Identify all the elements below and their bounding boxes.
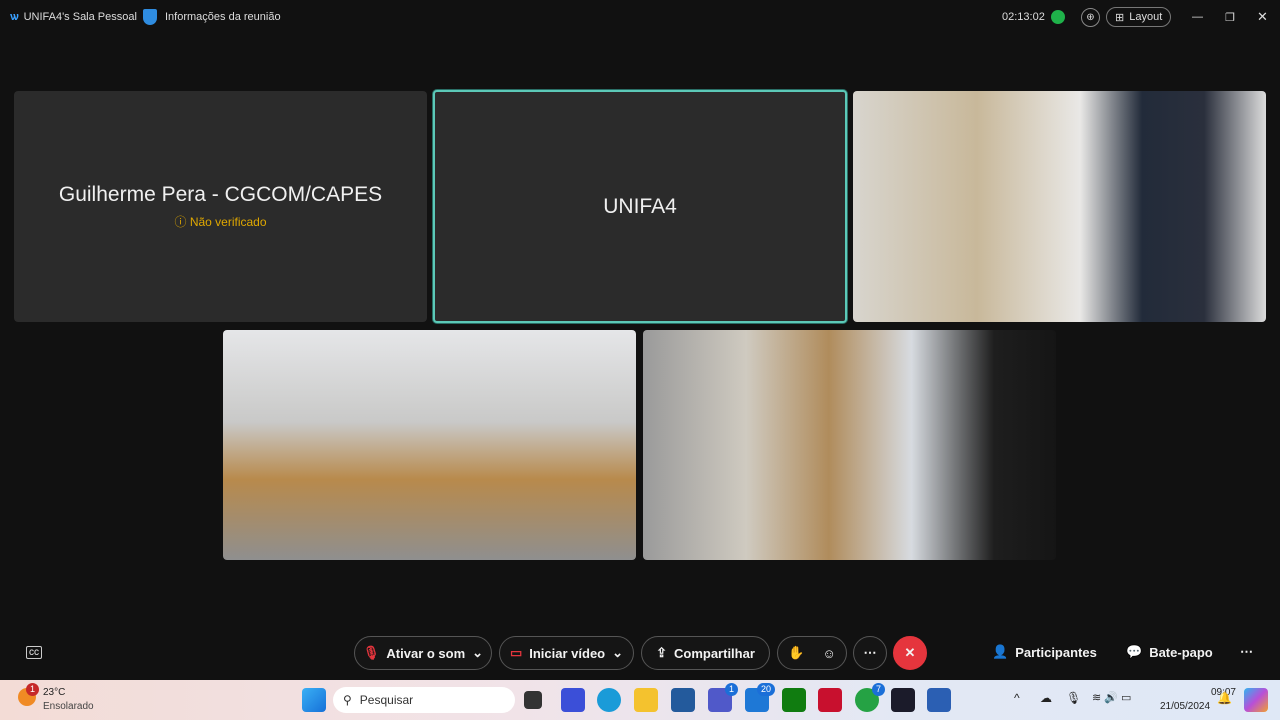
app-title: ѡ UNIFA4's Sala Pessoal [10, 11, 137, 23]
weather-temp: 23°C [43, 687, 66, 698]
more-icon[interactable]: ⋯ [1240, 644, 1253, 660]
search-icon: ⚲ [343, 693, 352, 707]
layout-button[interactable]: ⊞ Layout [1106, 7, 1172, 27]
unmute-button[interactable]: 🎙 Ativar o som ⌄ [354, 636, 492, 670]
raise-hand-icon[interactable]: ✋ [788, 645, 804, 661]
chevron-down-icon: ⌄ [612, 645, 624, 660]
meeting-info-button[interactable]: Informações da reunião [143, 9, 281, 25]
app-icon[interactable]: 20 [745, 683, 775, 712]
shield-icon [143, 9, 157, 25]
start-video-button[interactable]: ▭ Iniciar vídeo ⌄ [499, 636, 634, 670]
captions-icon[interactable]: cc [26, 646, 42, 659]
edge-icon[interactable] [597, 688, 621, 712]
unverified-status: ⓘ Não verificado [174, 215, 267, 229]
store-icon[interactable] [671, 688, 695, 712]
leave-button[interactable]: ✕ [893, 636, 927, 670]
mic-muted-icon[interactable]: 🎙 [1066, 691, 1081, 705]
webex-logo-icon: ѡ [10, 11, 19, 23]
more-options-button[interactable]: ⋯ [853, 636, 887, 670]
whatsapp-icon[interactable]: 7 [855, 683, 885, 712]
weather-icon[interactable]: 1 [18, 683, 40, 706]
start-icon[interactable] [302, 688, 326, 712]
word-icon[interactable] [927, 688, 951, 712]
close-icon: ✕ [904, 645, 916, 660]
video-tile[interactable] [853, 91, 1266, 322]
wifi-volume-battery-icons[interactable]: ≋ 🔊 ▭ [1092, 691, 1131, 704]
search-box[interactable]: ⚲ Pesquisar [333, 687, 515, 713]
close-button[interactable]: ✕ [1257, 9, 1268, 25]
active-speaker-tile[interactable]: UNIFA4 [433, 90, 847, 323]
video-tile[interactable] [223, 330, 636, 560]
reactions-group: ✋ ☺ [777, 636, 847, 670]
participant-tile[interactable]: Guilherme Pera - CGCOM/CAPES ⓘ Não verif… [14, 91, 427, 322]
teams-icon[interactable]: 1 [708, 683, 738, 712]
title-bar: ѡ UNIFA4's Sala Pessoal Informações da r… [0, 0, 1280, 34]
video-tile[interactable] [643, 330, 1056, 560]
minimize-button[interactable]: — [1192, 11, 1203, 23]
restore-button[interactable]: ❐ [1225, 11, 1235, 24]
webex-icon[interactable] [891, 688, 915, 712]
weather-desc: Ensolarado [43, 701, 94, 712]
share-icon: ⇪ [656, 645, 667, 660]
share-button[interactable]: ⇪ Compartilhar [641, 636, 770, 670]
onedrive-icon[interactable]: ☁ [1040, 691, 1052, 705]
chevron-up-icon[interactable]: ^ [1014, 691, 1020, 705]
meeting-timer: 02:13:02 [1002, 11, 1045, 23]
chevron-down-icon: ⌄ [472, 645, 484, 660]
participants-button[interactable]: 👤 Participantes [992, 644, 1097, 660]
video-off-icon: ▭ [509, 645, 523, 660]
network-quality-icon[interactable] [1051, 10, 1065, 24]
muted-mic-icon: 🎙 [362, 645, 380, 660]
person-icon: 👤 [992, 644, 1009, 659]
participant-name: UNIFA4 [603, 194, 677, 218]
participant-name: Guilherme Pera - CGCOM/CAPES [58, 183, 383, 206]
emoji-icon[interactable]: ☺ [822, 646, 835, 661]
task-view-icon[interactable] [524, 691, 542, 709]
mcafee-icon[interactable] [818, 688, 842, 712]
taskbar: 1 23°C Ensolarado ⚲ Pesquisar 1 20 7 ^ ☁ … [0, 680, 1280, 720]
file-explorer-icon[interactable] [634, 688, 658, 712]
app-icon[interactable] [561, 688, 585, 712]
notification-bell-icon[interactable]: 🔔 [1217, 691, 1232, 705]
xbox-icon[interactable] [782, 688, 806, 712]
chat-icon: 💬 [1126, 644, 1143, 659]
copilot-icon[interactable] [1244, 688, 1268, 712]
chat-button[interactable]: 💬 Bate-papo [1126, 644, 1213, 660]
clock-date[interactable]: 21/05/2024 [1160, 701, 1210, 712]
zoom-icon[interactable]: ⊕ [1081, 7, 1100, 27]
grid-icon: ⊞ [1115, 11, 1125, 24]
